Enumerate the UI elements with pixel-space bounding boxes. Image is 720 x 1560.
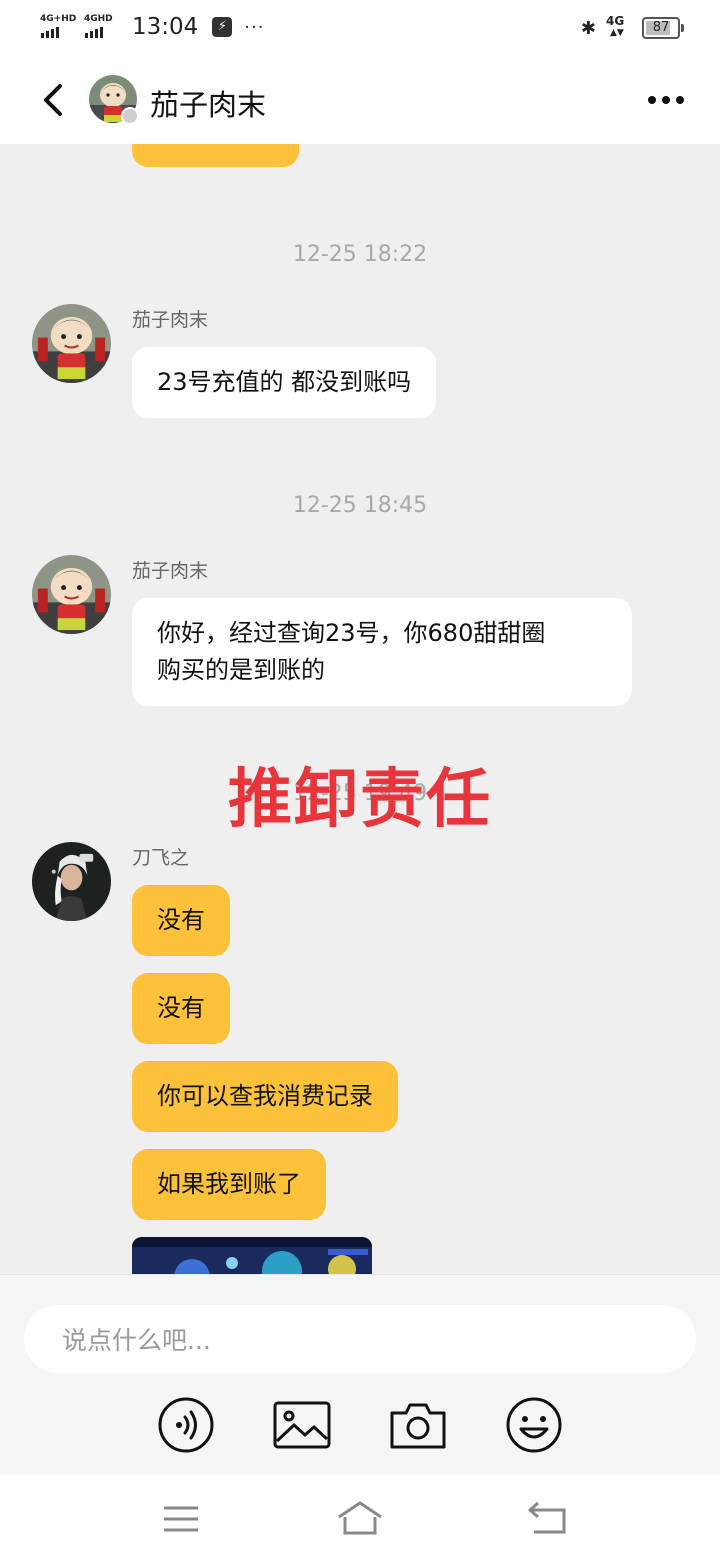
more-horizontal-icon[interactable] xyxy=(646,88,686,112)
emoji-icon[interactable] xyxy=(504,1395,564,1455)
network-label: 4G xyxy=(606,14,625,28)
message-text: 你可以查我消费记录 xyxy=(157,1082,373,1110)
message-bubble[interactable]: 你可以查我消费记录 xyxy=(132,1061,398,1132)
sender-name: 茄子肉末 xyxy=(132,560,209,582)
timestamp: 12-25 18:45 xyxy=(292,493,428,518)
sim1-label: 4G+HD xyxy=(40,14,77,24)
status-bar: 4G+HD 4GHD 13:04 ⚡ ··· ✱ 4G ▲▼ 87 xyxy=(0,0,720,58)
message-text: 如果我到账了 xyxy=(157,1170,301,1198)
bluetooth-icon: ✱ xyxy=(580,17,596,39)
chat-area[interactable]: 12-25 18:22 茄子肉末 23号充值的 都没到账吗 12-25 18:4… xyxy=(0,144,720,1274)
contact-name: 茄子肉末 xyxy=(150,88,267,122)
message-text-line: 你好，经过查询23号，你680甜甜圈 xyxy=(157,619,546,647)
message-input[interactable] xyxy=(60,1305,664,1375)
message-bubble[interactable]: 没有 xyxy=(132,973,230,1044)
battery-level: 87 xyxy=(652,20,670,35)
sender-avatar[interactable] xyxy=(32,842,111,921)
timestamp: 12-25 18:22 xyxy=(292,242,428,267)
chat-header: 茄子肉末 xyxy=(0,58,720,144)
annotation-overlay-text: 推卸责任 xyxy=(228,763,492,837)
home-icon[interactable] xyxy=(335,1499,385,1539)
message-input-box[interactable] xyxy=(24,1305,696,1375)
chevron-left-icon[interactable] xyxy=(36,80,76,120)
message-bubble[interactable]: 你好，经过查询23号，你680甜甜圈 购买的是到账的 xyxy=(132,598,632,706)
message-bubble[interactable]: 如果我到账了 xyxy=(132,1149,326,1220)
sim2-label: 4GHD xyxy=(84,14,113,24)
sender-name: 茄子肉末 xyxy=(132,309,209,331)
back-icon[interactable] xyxy=(524,1499,574,1539)
more-notifications-icon: ··· xyxy=(244,16,265,38)
message-bubble[interactable]: 没有 xyxy=(132,885,230,956)
message-text: 没有 xyxy=(157,994,205,1022)
composer xyxy=(0,1274,720,1476)
sender-name: 刀飞之 xyxy=(132,847,190,869)
image-icon[interactable] xyxy=(272,1395,332,1455)
battery-icon: 87 xyxy=(642,17,684,39)
menu-icon[interactable] xyxy=(156,1499,206,1539)
sender-avatar[interactable] xyxy=(32,304,111,383)
system-nav-bar xyxy=(0,1475,720,1560)
message-text: 没有 xyxy=(157,906,205,934)
sim1-signal-icon: 4G+HD xyxy=(40,14,76,40)
message-text-line: 购买的是到账的 xyxy=(157,656,325,684)
sim2-signal-icon: 4GHD xyxy=(84,14,120,40)
presence-dot xyxy=(121,107,139,125)
message-bubble[interactable]: 23号充值的 都没到账吗 xyxy=(132,347,437,418)
previous-message-bubble[interactable] xyxy=(132,144,299,167)
sender-avatar[interactable] xyxy=(32,555,111,634)
message-text: 23号充值的 都没到账吗 xyxy=(157,368,412,396)
clock: 13:04 xyxy=(132,14,199,40)
camera-icon[interactable] xyxy=(388,1395,448,1455)
notification-app-icon: ⚡ xyxy=(212,17,233,37)
network-icon: 4G ▲▼ xyxy=(606,14,625,38)
image-message-thumbnail[interactable] xyxy=(132,1237,372,1274)
voice-icon[interactable] xyxy=(156,1395,216,1455)
